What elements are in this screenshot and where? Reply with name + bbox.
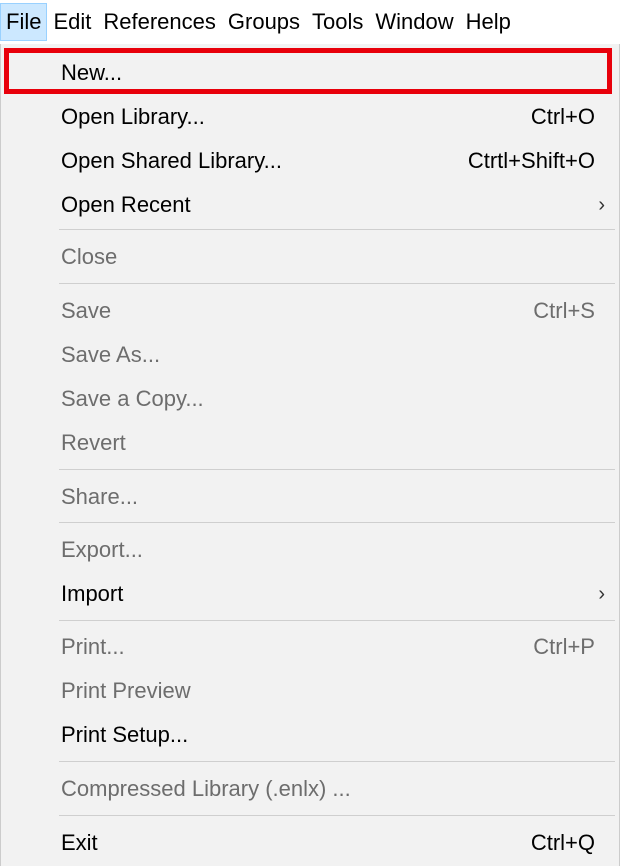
menu-separator bbox=[59, 522, 615, 523]
menu-item-close: Close bbox=[1, 234, 619, 280]
chevron-right-icon: › bbox=[598, 194, 605, 216]
menu-item-label: Share... bbox=[61, 484, 139, 509]
chevron-right-icon: › bbox=[598, 583, 605, 605]
menu-item-label: Export... bbox=[61, 537, 143, 562]
menu-item-import[interactable]: Import › bbox=[1, 571, 619, 617]
menu-item-label: Open Shared Library... bbox=[61, 148, 282, 173]
menu-item-export: Export... bbox=[1, 527, 619, 573]
menu-item-label: Print Preview bbox=[61, 678, 191, 703]
menu-tools[interactable]: Tools bbox=[306, 3, 369, 41]
menu-item-print-setup[interactable]: Print Setup... bbox=[1, 712, 619, 758]
file-menu-dropdown: New... Open Library... Ctrl+O Open Share… bbox=[0, 44, 620, 866]
menu-separator bbox=[59, 620, 615, 621]
menu-separator bbox=[59, 815, 615, 816]
menu-item-save-as: Save As... bbox=[1, 332, 619, 378]
menu-item-label: Print Setup... bbox=[61, 722, 189, 747]
menu-item-save-a-copy: Save a Copy... bbox=[1, 376, 619, 422]
menu-item-print-preview: Print Preview bbox=[1, 668, 619, 714]
menu-separator bbox=[59, 229, 615, 230]
highlight-annotation-box bbox=[4, 48, 612, 94]
menu-item-label: Compressed Library (.enlx) ... bbox=[61, 776, 351, 801]
menu-item-label: Save bbox=[61, 298, 112, 323]
menu-item-open-library[interactable]: Open Library... Ctrl+O bbox=[1, 94, 619, 140]
menu-separator bbox=[59, 469, 615, 470]
menu-file[interactable]: File bbox=[0, 3, 48, 41]
menu-item-shortcut: Ctrl+Q bbox=[530, 830, 595, 855]
menu-item-label: Exit bbox=[61, 830, 98, 855]
menu-bar: File Edit References Groups Tools Window… bbox=[0, 0, 622, 44]
menu-item-label: Import bbox=[61, 581, 124, 606]
menu-item-save: Save Ctrl+S bbox=[1, 288, 619, 334]
menu-item-exit[interactable]: Exit Ctrl+Q bbox=[1, 820, 619, 866]
menu-item-shortcut: Ctrl+S bbox=[533, 298, 595, 323]
menu-help[interactable]: Help bbox=[460, 3, 517, 41]
menu-item-shortcut: Ctrl+P bbox=[533, 634, 595, 659]
menu-item-label: Save a Copy... bbox=[61, 386, 204, 411]
menu-item-share: Share... bbox=[1, 474, 619, 520]
menu-item-open-recent[interactable]: Open Recent › bbox=[1, 182, 619, 228]
menu-item-label: Open Recent bbox=[61, 192, 191, 217]
menu-groups[interactable]: Groups bbox=[222, 3, 306, 41]
menu-item-label: Save As... bbox=[61, 342, 161, 367]
menu-window[interactable]: Window bbox=[369, 3, 459, 41]
menu-edit[interactable]: Edit bbox=[47, 3, 97, 41]
menu-references[interactable]: References bbox=[97, 3, 222, 41]
menu-separator bbox=[59, 283, 615, 284]
menu-item-label: Open Library... bbox=[61, 104, 205, 129]
menu-item-label: Close bbox=[61, 244, 118, 269]
menu-item-shortcut: Ctrl+O bbox=[530, 104, 595, 129]
menu-item-open-shared-library[interactable]: Open Shared Library... Ctrtl+Shift+O bbox=[1, 138, 619, 184]
menu-item-revert: Revert bbox=[1, 420, 619, 466]
menu-item-print: Print... Ctrl+P bbox=[1, 624, 619, 670]
menu-item-label: Print... bbox=[61, 634, 125, 659]
menu-item-compressed-library: Compressed Library (.enlx) ... bbox=[1, 766, 619, 812]
menu-item-shortcut: Ctrtl+Shift+O bbox=[467, 148, 595, 173]
menu-separator bbox=[59, 761, 615, 762]
menu-item-label: Revert bbox=[61, 430, 126, 455]
